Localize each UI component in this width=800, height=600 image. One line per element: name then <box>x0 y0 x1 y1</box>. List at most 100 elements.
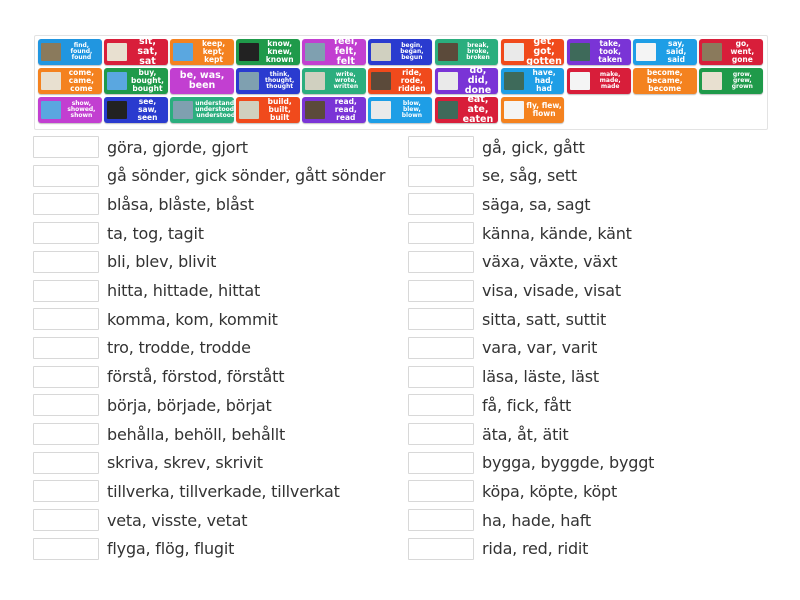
answer-tile[interactable]: make, made, made <box>566 68 631 94</box>
answer-tile[interactable]: feel, felt, felt <box>302 39 367 65</box>
drop-target-box[interactable] <box>33 423 99 445</box>
tile-label: begin, began, begun <box>400 41 424 62</box>
drop-target-box[interactable] <box>33 193 99 216</box>
answer-tile[interactable]: build, built, built <box>236 97 301 123</box>
begin-here-icon <box>371 43 392 61</box>
swedish-verb-forms: gå sönder, gick sönder, gått sönder <box>107 166 386 186</box>
drop-target-box[interactable] <box>408 365 474 388</box>
answer-tile[interactable]: sit, sat, sat <box>104 39 168 65</box>
presenter-icon <box>41 101 61 119</box>
swedish-verb-forms: ha, hade, haft <box>482 510 592 530</box>
drop-target-box[interactable] <box>33 336 99 359</box>
answer-tile[interactable]: eat, ate, eaten <box>434 97 499 123</box>
answer-tile[interactable]: understand, understood, understood <box>170 97 234 123</box>
drop-target-box[interactable] <box>408 136 474 158</box>
swedish-verb-forms: läsa, läste, läst <box>482 367 599 387</box>
tile-label: grow, grew, grown <box>731 70 753 91</box>
drop-target-box[interactable] <box>33 365 99 388</box>
swedish-verb-forms: få, fick, fått <box>482 395 572 415</box>
answer-tile[interactable]: blow, blew, blown <box>368 97 433 123</box>
answer-tile[interactable]: read, read, read <box>302 97 367 123</box>
tile-label: do, did, done <box>464 68 492 94</box>
shop-icon <box>107 72 128 90</box>
answer-tile[interactable]: go, went, gone <box>698 39 763 65</box>
answer-tile[interactable]: keep, kept, kept <box>170 39 234 65</box>
answer-tile[interactable]: become, became, become <box>632 68 697 94</box>
swedish-verb-forms: köpa, köpte, köpt <box>482 481 618 501</box>
drop-target-box[interactable] <box>408 193 474 216</box>
drop-target-box[interactable] <box>408 279 474 302</box>
thought-bubble-icon <box>239 72 260 90</box>
swedish-verb-forms: förstå, förstod, förstått <box>107 367 285 387</box>
match-row: veta, visste, vetat <box>33 508 248 532</box>
answer-tile[interactable]: come, came, come <box>38 68 102 94</box>
tile-label: buy, bought, bought <box>130 68 164 93</box>
drop-target-box[interactable] <box>408 480 474 503</box>
answer-tile[interactable]: fly, flew, flown <box>500 97 565 123</box>
match-row: tro, trodde, trodde <box>33 336 251 360</box>
match-row: sitta, satt, suttit <box>408 307 606 331</box>
answer-tile[interactable]: think, thought, thought <box>236 68 301 94</box>
eating-child-icon <box>437 101 458 119</box>
tile-label: say, said, said <box>666 39 687 64</box>
drop-target-box[interactable] <box>33 250 99 273</box>
drop-target-box[interactable] <box>408 308 474 331</box>
drop-target-box[interactable] <box>33 509 99 532</box>
match-row: köpa, köpte, köpt <box>408 479 617 503</box>
drop-target-box[interactable] <box>408 164 474 187</box>
match-row: ha, hade, haft <box>408 508 591 532</box>
poster-icon <box>503 43 524 61</box>
drop-target-box[interactable] <box>33 279 99 302</box>
answer-tile[interactable]: have, had, had <box>500 68 565 94</box>
swedish-verb-forms: vara, var, varit <box>482 338 598 358</box>
answer-tile[interactable]: be, was, been <box>170 68 234 94</box>
tile-label: read, read, read <box>334 97 357 122</box>
drop-target-box[interactable] <box>408 222 474 245</box>
drop-target-box[interactable] <box>33 537 99 560</box>
construction-icon <box>239 101 260 119</box>
drop-target-box[interactable] <box>33 308 99 331</box>
tile-label: feel, felt, felt <box>333 39 358 65</box>
answer-tile-tray: find, found, found sit, sat, sat keep, kep… <box>34 35 768 130</box>
drop-target-box[interactable] <box>408 394 474 417</box>
answer-tile[interactable]: do, did, done <box>434 68 499 94</box>
answer-tile[interactable]: know, knew, known <box>236 39 301 65</box>
match-row: skriva, skrev, skrivit <box>33 451 263 475</box>
answer-tile[interactable]: write, wrote, written <box>302 68 367 94</box>
drop-target-box[interactable] <box>408 451 474 474</box>
answer-tile[interactable]: break, broke, broken <box>434 39 499 65</box>
swedish-verb-forms: flyga, flög, flugit <box>107 539 235 559</box>
tile-label: have, had, had <box>532 68 556 93</box>
answer-tile[interactable]: buy, bought, bought <box>104 68 168 94</box>
answer-tile[interactable]: see, saw, seen <box>104 97 168 123</box>
drop-target-box[interactable] <box>33 451 99 474</box>
swedish-verb-forms: sitta, satt, suttit <box>482 309 607 329</box>
drop-target-box[interactable] <box>33 136 99 158</box>
match-row: komma, kom, kommit <box>33 307 278 331</box>
drop-target-box[interactable] <box>33 480 99 503</box>
tile-label: become, became, become <box>646 68 683 93</box>
answer-tile[interactable]: find, found, found <box>38 39 102 65</box>
drop-target-box[interactable] <box>408 336 474 359</box>
drop-target-box[interactable] <box>408 250 474 273</box>
tile-label: break, broke, broken <box>466 41 490 62</box>
match-row: äta, åt, ätit <box>408 422 569 446</box>
drop-target-box[interactable] <box>33 394 99 417</box>
match-row: gå, gick, gått <box>408 135 585 159</box>
answer-tile[interactable]: get, got, gotten <box>500 39 565 65</box>
answer-tile[interactable]: ride, rode, ridden <box>368 68 433 94</box>
drop-target-box[interactable] <box>408 537 474 560</box>
answer-tile[interactable]: show, showed, shown <box>38 97 102 123</box>
answer-tile[interactable]: say, said, said <box>632 39 697 65</box>
drop-target-box[interactable] <box>33 222 99 245</box>
answer-tile[interactable]: grow, grew, grown <box>698 68 763 94</box>
drop-target-box[interactable] <box>408 509 474 532</box>
tile-label: know, knew, known <box>265 39 294 64</box>
answer-tile[interactable]: begin, began, begun <box>368 39 433 65</box>
reading-child-icon <box>305 101 326 119</box>
drop-target-box[interactable] <box>33 164 99 187</box>
swedish-verb-forms: växa, växte, växt <box>482 252 618 272</box>
match-row: visa, visade, visat <box>408 279 621 303</box>
answer-tile[interactable]: take, took, taken <box>566 39 631 65</box>
drop-target-box[interactable] <box>408 423 474 445</box>
